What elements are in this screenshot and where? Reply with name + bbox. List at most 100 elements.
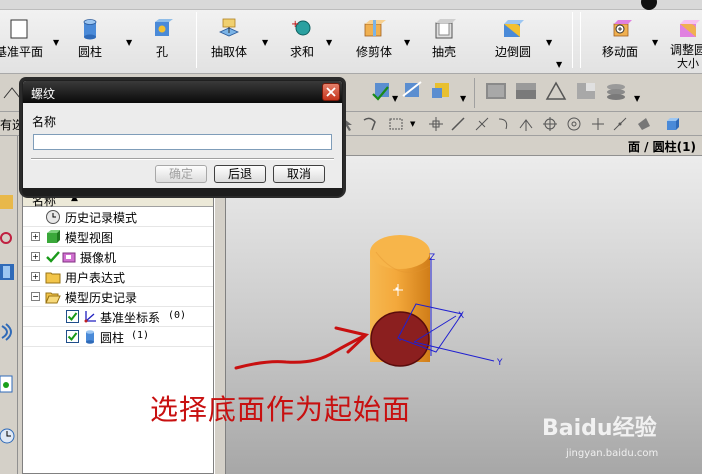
snap-point-icon[interactable]: [590, 116, 606, 132]
visibility-checkbox[interactable]: [66, 310, 79, 323]
cylinder-icon: [83, 19, 97, 40]
layer-dropdown[interactable]: ▼: [634, 94, 640, 103]
view-fit-icon[interactable]: [514, 80, 538, 102]
move-face-button[interactable]: 移动面: [596, 14, 644, 72]
snap-line-icon[interactable]: [450, 116, 466, 132]
edge-blend-dropdown[interactable]: ▼: [546, 38, 552, 47]
snap-curve-icon[interactable]: [612, 116, 628, 132]
edge-blend-icon: [504, 20, 524, 37]
web-browser-icon[interactable]: [0, 322, 16, 342]
hole-icon: [155, 19, 173, 36]
ribbon-group-more[interactable]: ▼: [556, 60, 562, 69]
snap-point-icon[interactable]: [370, 80, 394, 102]
extract-body-button[interactable]: 抽取体: [206, 14, 252, 72]
snap-point-dropdown[interactable]: ▼: [392, 94, 398, 103]
trim-body-button[interactable]: 修剪体: [350, 14, 398, 72]
tree-row-datum-csys[interactable]: 基准坐标系 (0): [23, 307, 213, 327]
trim-body-dropdown[interactable]: ▼: [404, 38, 410, 47]
expand-icon[interactable]: +: [31, 252, 40, 261]
snap-endpoint-icon[interactable]: [428, 116, 444, 132]
constraint-navigator-icon[interactable]: [0, 228, 16, 248]
cancel-button[interactable]: 取消: [273, 165, 325, 183]
expand-icon[interactable]: +: [31, 272, 40, 281]
cube-view-icon[interactable]: [664, 116, 680, 132]
rectangle-select-icon[interactable]: [388, 116, 404, 132]
snap-face-dropdown[interactable]: ▼: [460, 94, 466, 103]
assembly-navigator-icon[interactable]: [0, 192, 16, 212]
tree-row-model-history[interactable]: − 模型历史记录: [23, 287, 213, 307]
snap-face-icon[interactable]: [430, 80, 454, 102]
annotation-arrow: [234, 326, 370, 370]
edge-blend-button[interactable]: 边倒圆: [488, 14, 538, 72]
shell-button[interactable]: 抽壳: [424, 14, 464, 72]
tree-row-user-expressions[interactable]: + 用户表达式: [23, 267, 213, 287]
cylinder-dropdown[interactable]: ▼: [126, 38, 132, 47]
move-face-dropdown[interactable]: ▼: [652, 38, 658, 47]
selection-filter-label[interactable]: 有选: [0, 116, 24, 133]
instruction-annotation: 选择底面作为起始面: [150, 393, 412, 426]
collapse-icon[interactable]: −: [31, 292, 40, 301]
datum-plane-button[interactable]: 基准平面: [0, 14, 46, 72]
snap-midpoint-icon[interactable]: [474, 116, 490, 132]
thread-dialog: 螺纹 名称 确定 后退 取消: [22, 80, 343, 196]
check-icon: [46, 251, 60, 263]
rectangle-select-dropdown[interactable]: ▼: [410, 120, 415, 128]
hole-button[interactable]: 孔: [140, 14, 184, 72]
name-field[interactable]: [33, 134, 332, 150]
visibility-checkbox[interactable]: [66, 330, 79, 343]
camera-icon: [62, 252, 76, 263]
datum-plane-dropdown[interactable]: ▼: [53, 38, 59, 47]
watermark-url: jingyan.baidu.com: [566, 448, 659, 459]
snap-intersection-icon[interactable]: [518, 116, 534, 132]
layer-icon[interactable]: [604, 80, 628, 102]
top-strip: [0, 0, 702, 10]
dialog-divider: [31, 158, 334, 160]
snap-quadrant-icon[interactable]: [566, 116, 582, 132]
tree-row-camera[interactable]: + 摄像机: [23, 247, 213, 267]
feature-ribbon: 基准平面 ▼ 圆柱 ▼ 孔 抽取体 ▼ + 求和 ▼ 修剪体 ▼ 抽壳 边倒圆 …: [0, 0, 702, 74]
close-icon[interactable]: [322, 83, 340, 101]
resize-blend-button[interactable]: 调整圆 大小: [664, 14, 702, 72]
name-label: 名称: [32, 115, 57, 129]
trim-body-icon: [364, 20, 386, 37]
tree-row-cylinder[interactable]: 圆柱 (1): [23, 327, 213, 347]
tree-row-history-mode[interactable]: 历史记录模式: [23, 207, 213, 227]
unite-button[interactable]: + 求和: [282, 14, 322, 72]
lasso-icon[interactable]: [362, 116, 378, 132]
move-face-icon: [613, 20, 632, 37]
part-navigator: 名称 ▲ 历史记录模式 + 模型视图 + 摄像机 + 用户表达式 − 模型历史记…: [22, 190, 214, 474]
datum-csys-icon: [84, 311, 96, 323]
svg-text:+: +: [291, 19, 299, 30]
snap-control-icon[interactable]: [496, 116, 512, 132]
snap-edge-icon[interactable]: [400, 80, 424, 102]
cylinder-button[interactable]: 圆柱: [66, 14, 114, 72]
expand-icon[interactable]: +: [31, 232, 40, 241]
axis-z-label: Z: [429, 253, 435, 263]
extract-body-icon: [219, 18, 239, 37]
folder-open-icon: [45, 292, 61, 304]
shell-icon: [435, 19, 456, 39]
triangle-icon[interactable]: [544, 80, 568, 102]
tree-row-model-views[interactable]: + 模型视图: [23, 227, 213, 247]
dialog-titlebar[interactable]: 螺纹: [23, 81, 342, 103]
toolbar-separator: [474, 78, 475, 108]
back-button[interactable]: 后退: [214, 165, 266, 183]
help-icon[interactable]: [638, 0, 660, 10]
axis-x-label: X: [458, 311, 464, 321]
datum-plane-icon: [10, 19, 28, 39]
history-palette-icon[interactable]: [0, 374, 16, 394]
resource-bar: [0, 136, 18, 474]
extract-body-dropdown[interactable]: ▼: [262, 38, 268, 47]
view-shaded-icon[interactable]: [484, 80, 508, 102]
snap-arc-center-icon[interactable]: [542, 116, 558, 132]
unite-dropdown[interactable]: ▼: [326, 38, 332, 47]
ok-button[interactable]: 确定: [155, 165, 207, 183]
sketch-tool-icon[interactable]: [2, 86, 22, 100]
ribbon-separator: [580, 12, 581, 68]
view-section-icon[interactable]: [574, 80, 598, 102]
snap-face-point-icon[interactable]: [636, 116, 652, 132]
views-icon: [47, 230, 60, 243]
clock-icon[interactable]: [0, 426, 16, 446]
resize-blend-icon: [680, 20, 700, 37]
part-navigator-icon[interactable]: [0, 262, 16, 282]
